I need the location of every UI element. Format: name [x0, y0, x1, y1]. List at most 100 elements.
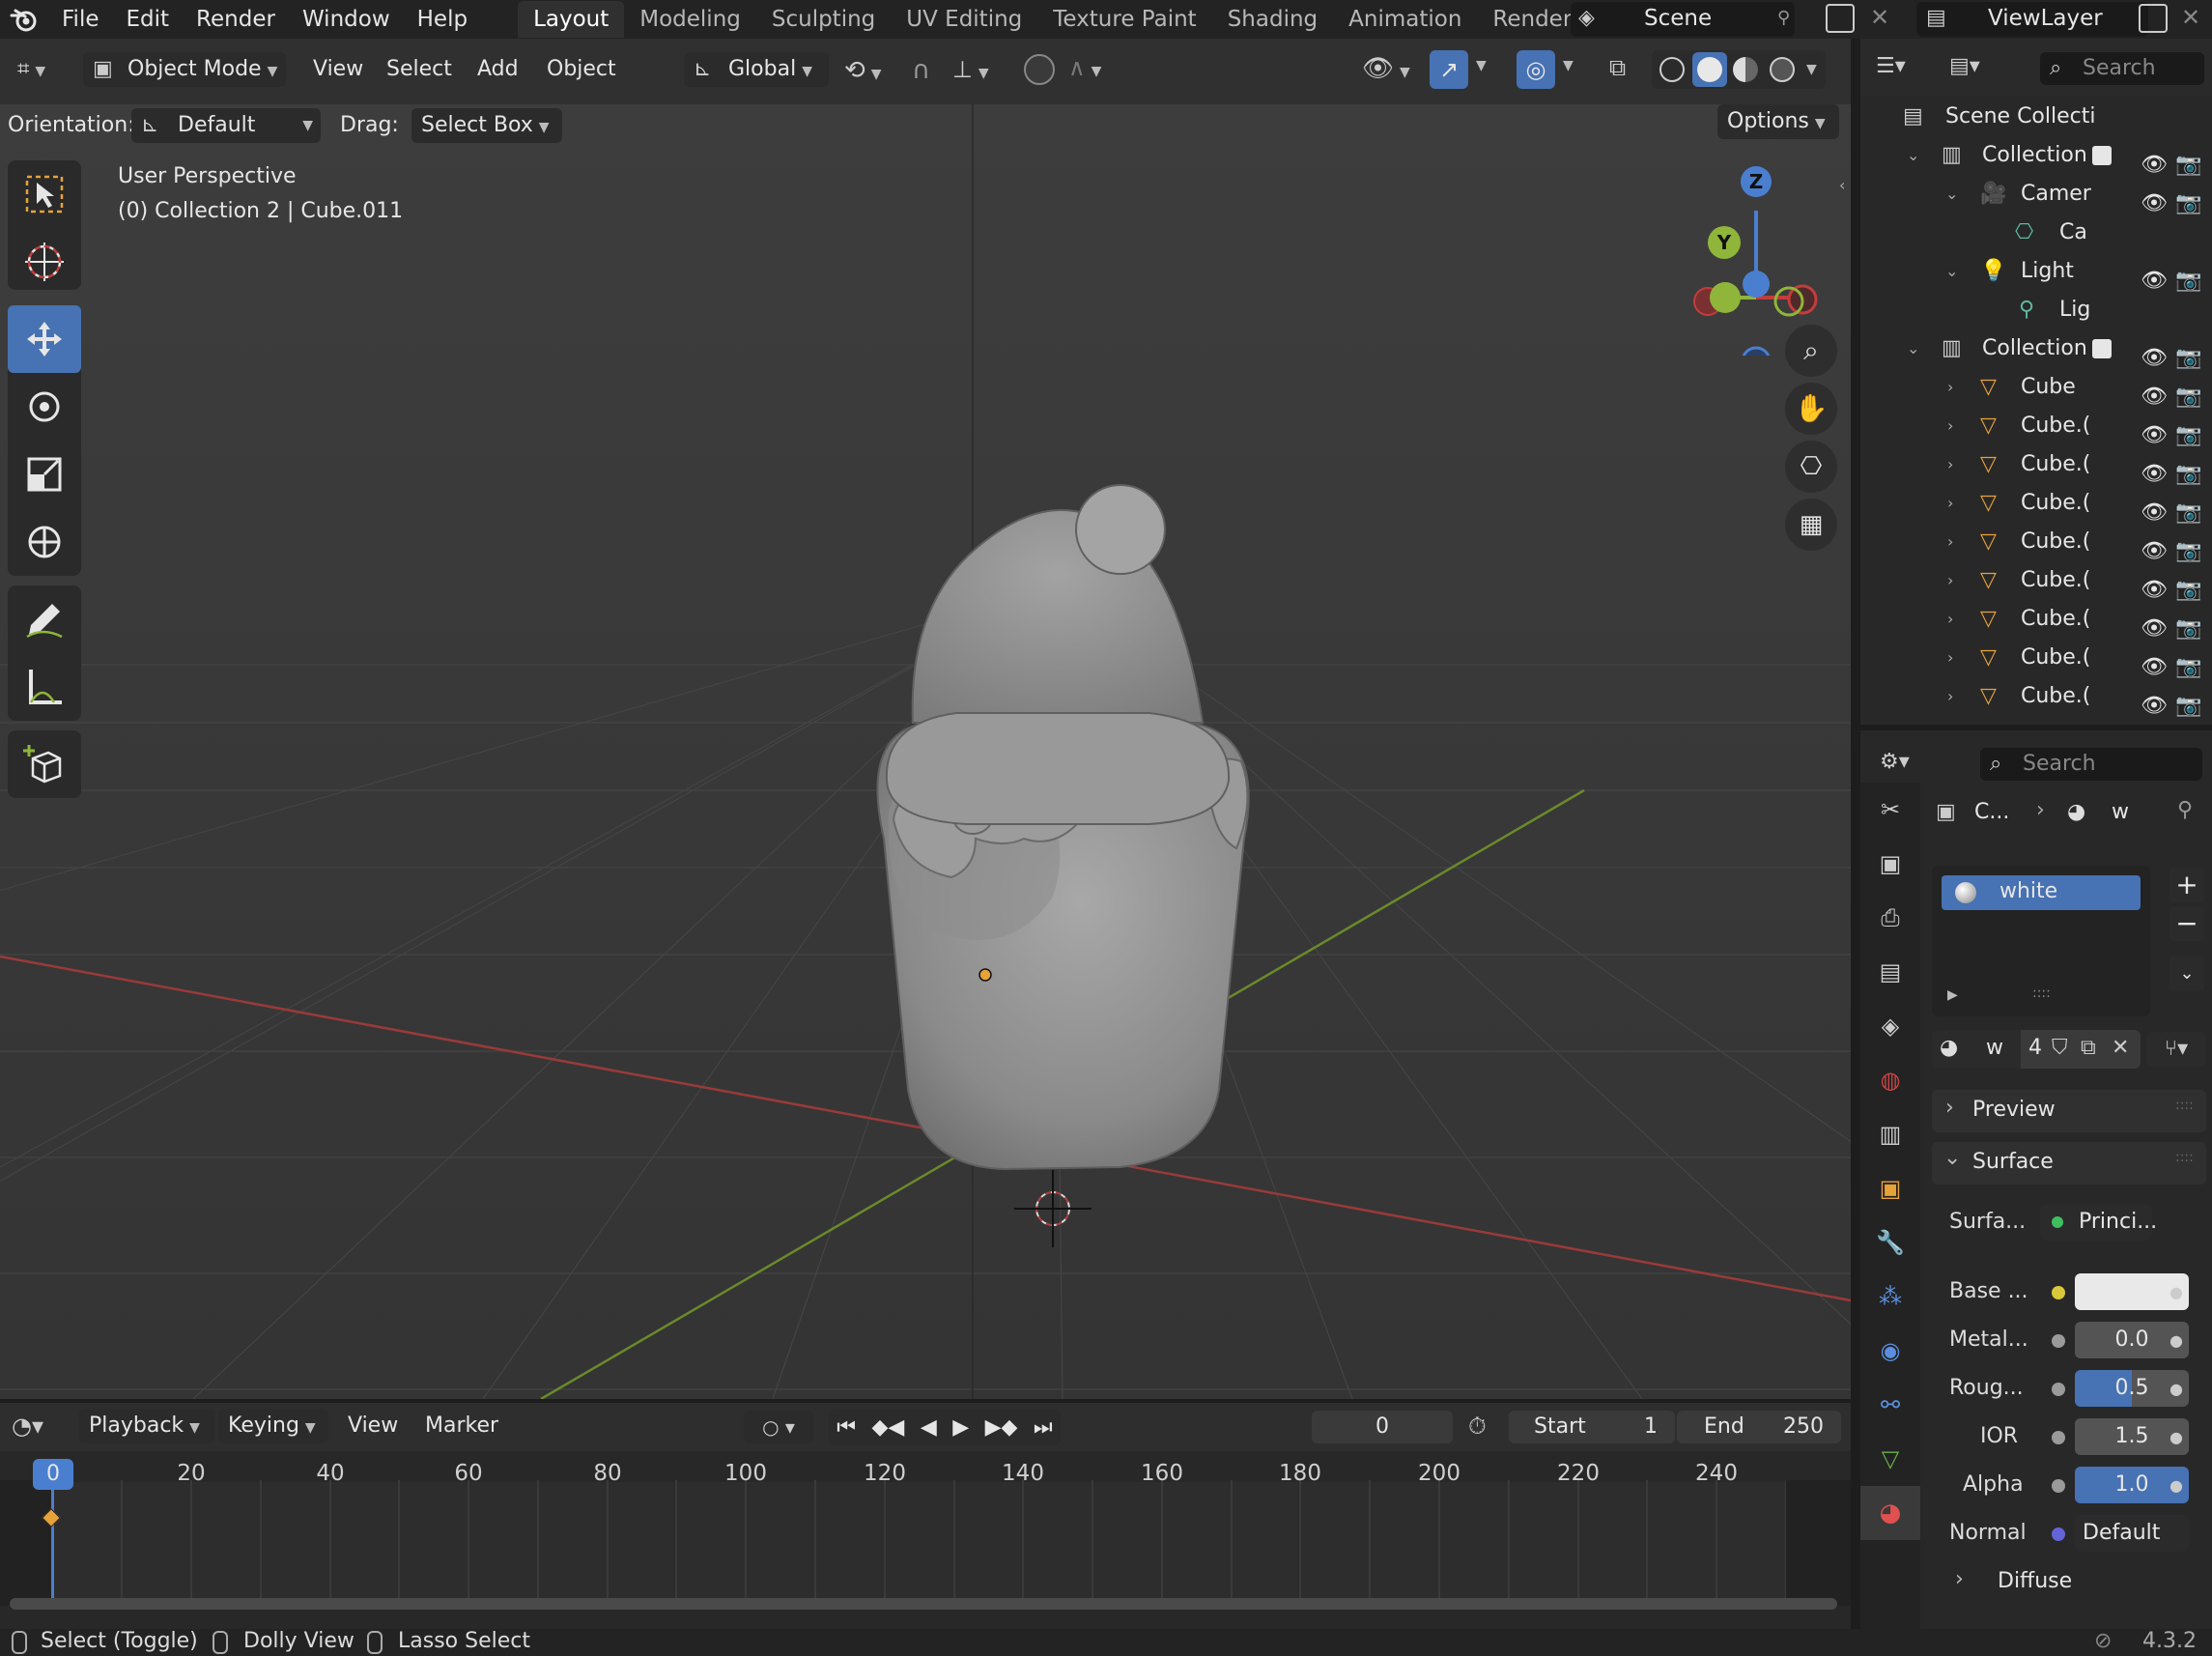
editor-type-button[interactable]: ⌗ ▼: [8, 52, 68, 87]
auto-keying-icon[interactable]: ○ ▾: [744, 1411, 813, 1443]
user-count[interactable]: 4: [2028, 1036, 2042, 1060]
tab-shading[interactable]: Shading: [1212, 1, 1333, 38]
chevron-down-icon[interactable]: ⌄: [1945, 175, 1958, 214]
display-mode-icon[interactable]: ▤▾: [1949, 54, 1980, 78]
camera-icon[interactable]: 📷: [2175, 339, 2201, 370]
menu-help[interactable]: Help: [404, 0, 481, 39]
pin-icon[interactable]: ⚲: [1777, 8, 1790, 28]
jump-start-icon[interactable]: ⏮: [837, 1415, 856, 1440]
menu-view[interactable]: View: [299, 52, 377, 87]
outliner[interactable]: ▤ Scene Collecti ⌄ ▥ Collection 👁 📷 ⌄ 🎥 Camer 👁 📷…: [1860, 97, 2212, 725]
eye-icon[interactable]: 👁: [2141, 648, 2168, 679]
value-socket-icon[interactable]: [2052, 1431, 2065, 1444]
animate-dot-icon[interactable]: ●: [2169, 1476, 2183, 1495]
outliner-row[interactable]: ⌄ 🎥 Camer 👁 📷: [1860, 175, 2212, 215]
remove-scene-icon[interactable]: ✕: [1870, 4, 1889, 31]
output-tab-icon[interactable]: ⎙: [1860, 891, 1920, 945]
outliner-row[interactable]: ⌄ ▥ Collection 👁 📷: [1860, 136, 2212, 177]
camera-icon[interactable]: 📷: [2175, 571, 2201, 602]
solid-shading-icon[interactable]: [1692, 52, 1727, 87]
outliner-row[interactable]: › ▽ Cube 👁 📷: [1860, 368, 2212, 409]
prev-keyframe-icon[interactable]: ◆◀: [872, 1415, 905, 1440]
checkbox-icon[interactable]: [2092, 146, 2112, 165]
annotate-tool[interactable]: [8, 585, 81, 653]
material-browse-icon[interactable]: ◕: [1940, 1036, 1958, 1060]
tab-texture-paint[interactable]: Texture Paint: [1037, 1, 1211, 38]
outliner-row[interactable]: › ▽ Cube.(👁 📷: [1860, 600, 2212, 641]
outliner-row[interactable]: › ▽ Cube.(👁 📷: [1860, 523, 2212, 563]
physics-tab-icon[interactable]: ◉: [1860, 1324, 1920, 1378]
material-slot-list[interactable]: white ▶ ::::: [1932, 866, 2150, 1016]
duplicate-material-icon[interactable]: ⧉: [2081, 1036, 2096, 1060]
checkbox-icon[interactable]: [2092, 339, 2112, 358]
3d-viewport[interactable]: User Perspective (0) Collection 2 | Cube…: [0, 104, 1851, 1399]
surface-shader-field[interactable]: Princi...: [2040, 1204, 2157, 1241]
keying-dropdown[interactable]: Keying ▼: [218, 1409, 328, 1443]
gizmo-toggle-icon[interactable]: ↗: [1430, 50, 1468, 89]
chevron-down-icon[interactable]: ⌄: [1945, 252, 1958, 291]
next-keyframe-icon[interactable]: ▶◆: [985, 1415, 1018, 1440]
eye-icon[interactable]: 👁: [2141, 532, 2168, 563]
outliner-row[interactable]: › ▽ Cube.(👁 📷: [1860, 677, 2212, 718]
cursor-tool[interactable]: [8, 228, 81, 296]
current-frame-field[interactable]: 0: [1312, 1411, 1453, 1443]
world-tab-icon[interactable]: ◍: [1860, 1053, 1920, 1107]
blender-logo-icon[interactable]: [0, 0, 48, 39]
play-reverse-icon[interactable]: ◀: [921, 1415, 937, 1440]
outliner-row[interactable]: › ▽ Cube.(👁 📷: [1860, 639, 2212, 679]
perspective-toggle-icon[interactable]: ▦: [1785, 499, 1837, 551]
gizmo-dropdown-icon[interactable]: ▼: [1476, 58, 1487, 73]
play-icon[interactable]: ▶: [952, 1415, 969, 1440]
chevron-right-icon[interactable]: ›: [1947, 368, 1953, 407]
xray-toggle-icon[interactable]: ⧉: [1609, 54, 1626, 81]
outliner-row[interactable]: › ▽ Cube.(👁 📷: [1860, 561, 2212, 602]
drag-handle-icon[interactable]: ::::: [2175, 1098, 2194, 1113]
diffuse-row[interactable]: › Diffuse: [1932, 1561, 2212, 1602]
eye-icon[interactable]: 👁: [2141, 455, 2168, 486]
end-frame-field[interactable]: End 250: [1677, 1411, 1841, 1443]
camera-icon[interactable]: 📷: [2175, 494, 2201, 525]
value-socket-icon[interactable]: [2052, 1334, 2065, 1348]
eye-icon[interactable]: 👁: [2141, 339, 2168, 370]
overlay-toggle-icon[interactable]: ◎: [1517, 50, 1555, 89]
render-tab-icon[interactable]: ▣: [1860, 837, 1920, 891]
menu-file[interactable]: File: [48, 0, 113, 39]
jump-end-icon[interactable]: ⏭: [1034, 1415, 1053, 1440]
options-dropdown[interactable]: Options ▼: [1717, 104, 1839, 139]
shading-dropdown-icon[interactable]: ▼: [1806, 62, 1817, 77]
pin-icon[interactable]: ⚲: [2177, 798, 2193, 822]
chevron-right-icon[interactable]: ›: [1947, 445, 1953, 484]
start-frame-field[interactable]: Start 1: [1509, 1411, 1675, 1443]
eye-icon[interactable]: 👁: [2141, 185, 2168, 215]
tab-uv-editing[interactable]: UV Editing: [891, 1, 1037, 38]
menu-select[interactable]: Select: [373, 52, 466, 87]
chevron-right-icon[interactable]: ›: [1947, 484, 1953, 523]
normal-field[interactable]: Default: [2075, 1515, 2189, 1552]
snap-icon[interactable]: ∩: [912, 56, 930, 85]
visibility-icon[interactable]: 👁 ▼: [1362, 54, 1410, 83]
zoom-icon[interactable]: ⌕: [1785, 325, 1837, 377]
timeline-menu-marker[interactable]: Marker: [411, 1409, 512, 1443]
vector-socket-icon[interactable]: [2052, 1528, 2065, 1541]
snap-target-icon[interactable]: ⊥ ▼: [952, 56, 989, 83]
animate-dot-icon[interactable]: ●: [2169, 1283, 2183, 1301]
menu-window[interactable]: Window: [289, 0, 404, 39]
measure-tool[interactable]: [8, 653, 81, 721]
chevron-right-icon[interactable]: ›: [1947, 677, 1953, 716]
outliner-search-input[interactable]: ⌕ Search: [2040, 52, 2204, 85]
drag-handle-icon[interactable]: ::::: [2175, 1150, 2194, 1165]
value-socket-icon[interactable]: [2052, 1383, 2065, 1396]
tool-tab-icon[interactable]: ✂: [1860, 783, 1920, 837]
falloff-icon[interactable]: ∧ ▼: [1068, 54, 1101, 81]
outliner-row[interactable]: ⌄ 💡 Light 👁 📷: [1860, 252, 2212, 293]
eye-icon[interactable]: 👁: [2141, 146, 2168, 177]
tab-animation[interactable]: Animation: [1333, 1, 1477, 38]
timeline-menu-view[interactable]: View: [334, 1409, 411, 1443]
chevron-down-icon[interactable]: ⌄: [1907, 329, 1919, 368]
gizmo-y-label[interactable]: Y: [1708, 226, 1741, 259]
eye-icon[interactable]: 👁: [2141, 416, 2168, 447]
new-scene-icon[interactable]: [1826, 4, 1855, 33]
color-socket-icon[interactable]: [2052, 1286, 2065, 1299]
eye-icon[interactable]: 👁: [2141, 262, 2168, 293]
camera-icon[interactable]: 📷: [2175, 687, 2201, 718]
